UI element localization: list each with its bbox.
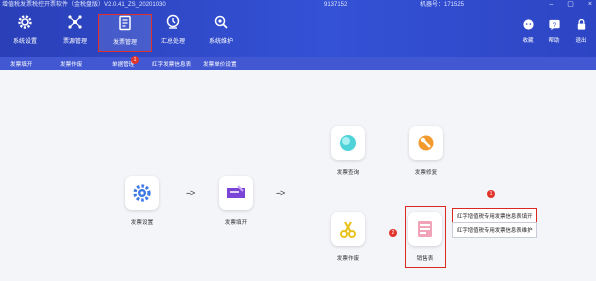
invoice-repair-label: 发票修复 <box>414 170 438 176</box>
invoice-repair-tile <box>409 126 443 160</box>
toolbar-system-settings[interactable]: 系统设置 <box>0 14 52 52</box>
node-invoice-repair[interactable]: 发票修复 <box>396 126 456 176</box>
invoice-setup-label: 发票设置 <box>130 220 154 226</box>
node-invoice-query[interactable]: 发票查询 <box>318 126 378 176</box>
invoice-query-label: 发票查询 <box>336 170 360 176</box>
invoice-icon <box>119 15 131 31</box>
gear-icon <box>18 15 32 29</box>
notification-badge: 1 <box>131 56 139 64</box>
subnav-red-invoice-info[interactable]: 红字发票信息表 <box>152 60 191 68</box>
subnav-invoice-fill[interactable]: 发票填开 <box>10 60 32 68</box>
menu-red-invoice-maintain[interactable]: 红字增值税专用发票信息表维护 <box>452 222 538 238</box>
window-controls: – ▢ × <box>549 0 592 10</box>
invoice-void-label: 发票作废 <box>336 256 360 262</box>
toolbar-label: 收藏 <box>522 38 534 44</box>
toolbar-label: 系统设置 <box>12 39 37 45</box>
callout-number-1: 1 <box>487 190 495 198</box>
node-invoice-fill[interactable]: 发票填开 <box>206 176 266 226</box>
toolbar-label: 汇总处理 <box>160 39 185 45</box>
toolbar-summary[interactable]: 汇总处理 <box>146 14 200 52</box>
node-invoice-void[interactable]: 发票作废 <box>318 212 378 262</box>
flow-arrow-1: --> <box>186 188 195 198</box>
minimize-button[interactable]: – <box>549 0 553 10</box>
toolbar-label: 票源管理 <box>62 39 87 45</box>
maximize-button[interactable]: ▢ <box>567 0 574 10</box>
gear-icon <box>133 184 151 202</box>
invoice-fill-icon <box>227 185 245 198</box>
toolbar-help[interactable]: ? 帮助 <box>542 18 566 44</box>
scissors-icon <box>340 221 356 238</box>
network-icon <box>68 15 82 29</box>
toolbar-label: 帮助 <box>548 38 560 44</box>
sales-list-tile <box>408 212 442 246</box>
sub-navigation: 发票填开 发票作废 单据管理 1 红字发票信息表 发票单价设置 <box>0 56 596 70</box>
toolbar-label: 退出 <box>575 38 587 44</box>
invoice-setup-tile <box>125 176 159 210</box>
toolbar-system-maintenance[interactable]: 系统维护 <box>194 14 248 52</box>
node-invoice-setup[interactable]: 发票设置 <box>112 176 172 226</box>
help-icon: ? <box>548 19 560 31</box>
app-header: 增值税发票税控开票软件（金税盘版）V2.0.41_ZS_20201030 913… <box>0 0 596 57</box>
lock-icon <box>577 18 585 30</box>
toolbar-label: 系统维护 <box>208 39 233 45</box>
svg-text:?: ? <box>552 22 556 29</box>
title-bar: 增值税发票税控开票软件（金税盘版）V2.0.41_ZS_20201030 913… <box>0 0 596 10</box>
flow-arrow-2: --> <box>276 188 285 198</box>
main-content <box>0 70 596 281</box>
node-sales-list[interactable]: 销售表 <box>397 212 453 262</box>
callout-number-2: 2 <box>389 229 397 237</box>
subnav-invoice-void[interactable]: 发票作废 <box>60 60 82 68</box>
summary-icon <box>166 14 180 29</box>
invoice-query-tile <box>331 126 365 160</box>
taxpayer-id: 9137152 <box>324 2 348 8</box>
invoice-void-tile <box>331 212 365 246</box>
toolbar-ticket-source[interactable]: 票源管理 <box>48 14 102 52</box>
invoice-fill-label: 发票填开 <box>224 220 248 226</box>
sales-list-icon <box>418 221 432 237</box>
toolbar-favorites[interactable]: 收藏 <box>516 18 540 44</box>
subnav-unit-price-settings[interactable]: 发票单价设置 <box>203 60 237 68</box>
toolbar-label: 发票管理 <box>112 40 137 46</box>
maintenance-icon <box>214 15 228 29</box>
machine-number: 机器号：171525 <box>420 2 465 8</box>
close-button[interactable]: × <box>588 0 592 10</box>
invoice-fill-tile <box>219 176 253 210</box>
toolbar-invoice-management[interactable]: 发票管理 <box>98 14 152 52</box>
globe-icon <box>340 135 356 151</box>
app-title: 增值税发票税控开票软件（金税盘版）V2.0.41_ZS_20201030 <box>2 2 166 8</box>
star-icon <box>522 19 534 30</box>
repair-icon <box>418 135 434 151</box>
toolbar-exit[interactable]: 退出 <box>569 18 593 44</box>
sales-list-label: 销售表 <box>416 256 434 262</box>
